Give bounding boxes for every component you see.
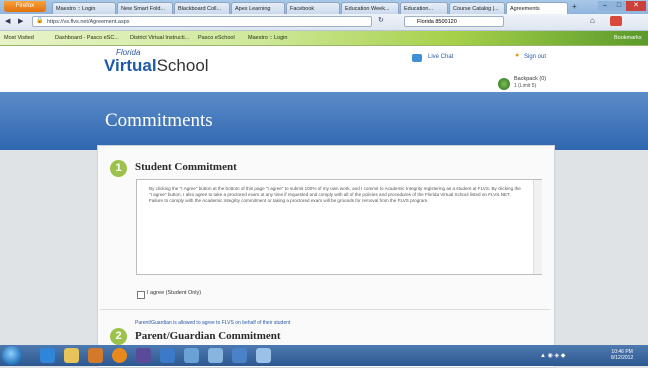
close-icon[interactable]: ✕ — [626, 1, 646, 11]
backpack-title: Backpack — [514, 76, 538, 82]
tab-education-week[interactable]: Education Week... — [341, 2, 399, 14]
chat-bubble-icon[interactable] — [412, 54, 422, 62]
app-icon[interactable] — [136, 348, 151, 363]
url-bar[interactable]: https://vs.flvs.net/Agreement.aspx — [32, 16, 372, 27]
tab-facebook[interactable]: Facebook — [286, 2, 340, 14]
parent-commitment-title: Parent/Guardian Commitment — [135, 330, 281, 342]
firefox-menu-button[interactable]: Firefox — [4, 1, 46, 12]
live-chat-link[interactable]: Live Chat — [428, 54, 453, 60]
clock-date: 8/12/2012 — [611, 355, 634, 361]
site-header — [0, 46, 648, 92]
parent-notice: Parent/Guardian is allowed to agree to F… — [135, 320, 291, 326]
app-icon-6[interactable] — [256, 348, 271, 363]
tab-apex[interactable]: Apex Learning — [231, 2, 285, 14]
sign-out-link[interactable]: Sign out — [524, 54, 546, 60]
tab-maestro[interactable]: Maestro :: Login — [52, 2, 116, 14]
forward-icon[interactable]: ▶ — [18, 17, 23, 25]
logo-school-text: School — [156, 56, 209, 75]
tray-icons[interactable]: ▲ ◉ ◈ ◆ — [540, 352, 565, 359]
maximize-icon[interactable]: □ — [612, 1, 626, 11]
taskbar-clock[interactable]: 10:46 PM 8/12/2012 — [611, 349, 633, 361]
student-commitment-title: Student Commitment — [135, 161, 237, 173]
backpack-sub: 1 (Limit 5) — [514, 83, 537, 89]
app-icon-2[interactable] — [160, 348, 175, 363]
app-icon-4[interactable] — [208, 348, 223, 363]
commitment-textarea[interactable]: By clicking the "I Agree" button at the … — [136, 179, 542, 275]
section-divider — [100, 309, 550, 310]
tab-blackboard[interactable]: Blackboard Coll... — [174, 2, 230, 14]
commitment-text: By clicking the "I Agree" button at the … — [149, 186, 521, 203]
tab-course-catalog[interactable]: Course Catalog |... — [449, 2, 505, 14]
firefox-taskbar-icon[interactable] — [112, 348, 127, 363]
tab-education[interactable]: Education... — [400, 2, 448, 14]
start-button[interactable] — [2, 346, 22, 365]
home-icon[interactable]: ⌂ — [590, 16, 595, 25]
bookmark-most-visited[interactable]: Most Visited — [4, 33, 34, 43]
minimize-icon[interactable]: – — [598, 1, 612, 11]
step-badge-2: 2 — [110, 328, 127, 345]
student-agree-label[interactable]: I agree (Student Only) — [147, 290, 201, 296]
search-input[interactable]: Florida 8500120 — [404, 16, 504, 27]
back-icon[interactable]: ◀ — [5, 17, 10, 25]
student-agree-checkbox[interactable] — [137, 291, 145, 299]
tab-smart-fold[interactable]: New Smart Fold... — [117, 2, 173, 14]
tab-agreements[interactable]: Agreements — [506, 2, 568, 14]
folder-icon[interactable] — [64, 348, 79, 363]
bookmark-maestro[interactable]: Maestro :: Login — [248, 33, 287, 43]
new-tab-icon[interactable]: + — [572, 2, 577, 11]
ie-icon[interactable] — [40, 348, 55, 363]
bookmark-district-virtual[interactable]: District Virtual Instructi... — [130, 33, 189, 43]
addon-icon[interactable] — [610, 16, 622, 26]
page-title: Commitments — [105, 110, 213, 131]
backpack-count: (0) — [539, 76, 547, 82]
backpack-label[interactable]: Backpack (0) — [514, 76, 546, 82]
media-icon[interactable] — [88, 348, 103, 363]
site-lock-icon: 🔒 — [36, 18, 44, 24]
bookmark-pasco-eschool[interactable]: Pasco eSchool — [198, 33, 235, 43]
step-badge-1: 1 — [110, 160, 127, 177]
flvs-logo[interactable]: VirtualSchool — [104, 56, 209, 76]
page-banner — [0, 92, 648, 150]
user-icon: ● — [515, 52, 520, 59]
app-icon-3[interactable] — [184, 348, 199, 363]
app-icon-5[interactable] — [232, 348, 247, 363]
bookmarks-menu[interactable]: Bookmarks — [614, 33, 642, 43]
bookmark-dashboard[interactable]: Dashboard - Pasco eSC... — [55, 33, 119, 43]
textarea-scrollbar[interactable] — [533, 180, 542, 274]
backpack-icon[interactable] — [498, 78, 510, 90]
reload-icon[interactable]: ↻ — [378, 16, 384, 24]
logo-virtual-text: Virtual — [104, 56, 157, 75]
